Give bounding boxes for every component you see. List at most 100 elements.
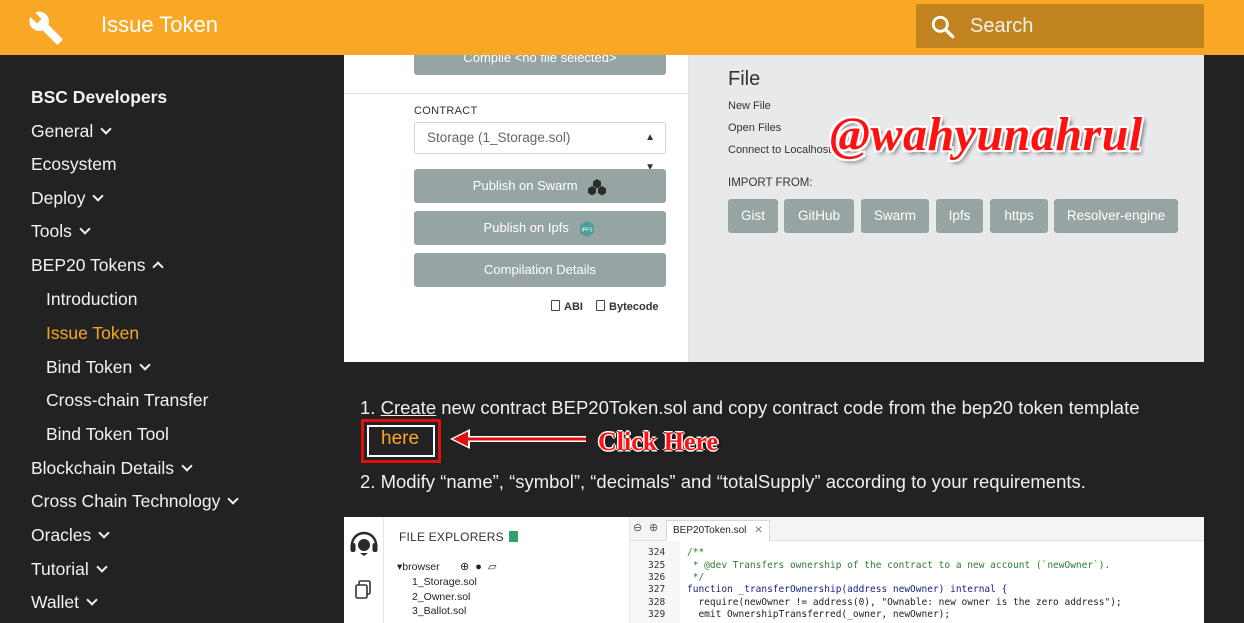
sidebar-item-ecosystem[interactable]: Ecosystem: [31, 154, 117, 175]
line-number: 325: [648, 560, 666, 571]
sidebar-item-issue-token[interactable]: Issue Token: [46, 323, 139, 344]
line-number: 329: [648, 609, 666, 620]
sidebar-item-introduction[interactable]: Introduction: [46, 289, 137, 310]
sidebar-item-deploy[interactable]: Deploy: [31, 188, 105, 209]
code-editor: ⊖ ⊕ BEP20Token.sol ✕ 324 325 326 327 328 …: [629, 517, 1204, 623]
import-https-button[interactable]: https: [990, 199, 1048, 233]
bytecode-copy[interactable]: Bytecode: [596, 300, 659, 313]
sidebar-item-label: Deploy: [31, 188, 86, 208]
divider: [344, 93, 689, 94]
sidebar-item-label: BSC Developers: [31, 87, 168, 107]
sidebar-item-tutorial[interactable]: Tutorial: [31, 559, 108, 580]
import-resolver-engine-button[interactable]: Resolver-engine: [1054, 199, 1178, 233]
copy-icon: [596, 300, 606, 311]
chevron-down-icon: [100, 123, 112, 135]
here-link[interactable]: here: [381, 428, 419, 450]
sidebar-item-general[interactable]: General: [31, 121, 112, 142]
publish-ipfs-button[interactable]: Publish on Ipfs IPFS: [414, 211, 666, 245]
import-github-button[interactable]: GitHub: [784, 199, 854, 233]
search-box[interactable]: [916, 4, 1204, 48]
copy-icon: [551, 300, 560, 311]
sidebar-item-cross-chain-transfer[interactable]: Cross-chain Transfer: [46, 390, 208, 411]
code-line[interactable]: emit OwnershipTransferred(_owner, newOwn…: [687, 609, 950, 620]
abi-copy[interactable]: ABI: [551, 300, 583, 313]
open-files-link[interactable]: Open Files: [728, 122, 781, 134]
remix-editor-screenshot: FILE EXPLORERS ▾browser ⊕ ● ▱ 1_Storage.…: [344, 517, 1204, 623]
publish-swarm-button[interactable]: Publish on Swarm: [414, 169, 666, 203]
file-section-title: File: [728, 68, 761, 90]
browser-folder[interactable]: ▾browser: [397, 561, 440, 573]
editor-tab[interactable]: BEP20Token.sol ✕: [666, 520, 770, 541]
wrench-icon[interactable]: [28, 10, 64, 46]
file-explorers-title: FILE EXPLORERS: [399, 530, 518, 544]
step-2-text: 2. Modify “name”, “symbol”, “decimals” a…: [360, 471, 1086, 492]
zoom-in-icon[interactable]: ⊕: [649, 521, 658, 534]
sidebar-item-cross-chain-technology[interactable]: Cross Chain Technology: [31, 491, 240, 512]
sidebar-item-bsc-developers[interactable]: BSC Developers: [31, 87, 167, 108]
chevron-down-icon: [86, 594, 98, 606]
file-item[interactable]: 1_Storage.sol: [412, 576, 477, 588]
chevron-down-icon: [181, 460, 193, 472]
sidebar-item-label: Oracles: [31, 525, 92, 545]
close-icon[interactable]: ✕: [754, 525, 762, 536]
connect-localhost-link[interactable]: Connect to Localhost: [728, 144, 831, 156]
add-file-icon[interactable]: ⊕: [460, 561, 469, 573]
icon-panel: [344, 517, 384, 623]
sidebar-item-bind-token-tool[interactable]: Bind Token Tool: [46, 424, 169, 445]
search-icon: [931, 15, 955, 39]
editor-tabs: ⊖ ⊕ BEP20Token.sol ✕: [630, 517, 1204, 541]
sidebar-item-bind-token[interactable]: Bind Token: [46, 357, 151, 378]
import-swarm-button[interactable]: Swarm: [861, 199, 929, 233]
code-line[interactable]: /**: [687, 547, 704, 558]
sidebar-item-wallet[interactable]: Wallet: [31, 592, 98, 613]
sidebar-item-label: Cross-chain Transfer: [46, 390, 209, 410]
sidebar-item-bep20-tokens[interactable]: BEP20 Tokens: [31, 255, 165, 276]
import-ipfs-button[interactable]: Ipfs: [936, 199, 983, 233]
code-line[interactable]: function _transferOwnership(address newO…: [687, 584, 1007, 595]
new-file-link[interactable]: New File: [728, 100, 771, 112]
abi-bytecode-row: ABI Bytecode: [551, 300, 659, 313]
folder-icon[interactable]: ▱: [488, 561, 496, 573]
watermark: @wahyunahrul: [830, 108, 1143, 161]
code-line[interactable]: */: [687, 572, 704, 583]
create-link[interactable]: Create: [381, 397, 437, 418]
compilation-details-label: Compilation Details: [484, 262, 596, 277]
search-input[interactable]: [970, 10, 1190, 42]
remix-logo-icon[interactable]: [349, 527, 379, 557]
code-line[interactable]: * @dev Transfers ownership of the contra…: [687, 560, 1111, 571]
file-item[interactable]: 2_Owner.sol: [412, 591, 470, 603]
chevron-down-icon: [227, 493, 240, 505]
github-icon[interactable]: ●: [475, 561, 482, 573]
compilation-details-button[interactable]: Compilation Details: [414, 253, 666, 287]
step-1-text: 1. Create new contract BEP20Token.sol an…: [360, 397, 1140, 419]
chevron-down-icon: [92, 190, 105, 202]
sidebar-item-label: BEP20 Tokens: [31, 255, 146, 275]
publish-ipfs-label: Publish on Ipfs: [483, 220, 569, 235]
sidebar-item-label: Tools: [31, 221, 72, 241]
contract-select[interactable]: Storage (1_Storage.sol) ▲ ▼: [414, 122, 666, 173]
editor-tab-label: BEP20Token.sol: [673, 525, 747, 536]
sidebar-item-tools[interactable]: Tools: [31, 221, 91, 242]
ipfs-icon: IPFS: [580, 220, 595, 237]
compile-button[interactable]: Compile <no file selected>: [414, 55, 666, 75]
contract-select-value: Storage (1_Storage.sol): [427, 130, 571, 145]
svg-text:IPFS: IPFS: [582, 227, 594, 233]
files-icon[interactable]: [354, 580, 372, 600]
arrow-left-icon: [450, 429, 586, 449]
contract-label: CONTRACT: [414, 105, 478, 117]
file-explorer-badge-icon: [508, 531, 518, 542]
zoom-out-icon[interactable]: ⊖: [633, 521, 642, 534]
import-gist-button[interactable]: Gist: [728, 199, 778, 233]
explorer-actions: ⊕ ● ▱: [460, 560, 496, 573]
code-line[interactable]: require(newOwner != address(0), "Ownable…: [687, 597, 1121, 608]
line-number: 328: [648, 597, 666, 608]
sidebar-item-oracles[interactable]: Oracles: [31, 525, 110, 546]
sidebar-item-label: Cross Chain Technology: [31, 491, 221, 511]
chevron-down-icon: [79, 223, 91, 235]
sidebar-item-blockchain-details[interactable]: Blockchain Details: [31, 458, 193, 479]
sidebar-item-label: Wallet: [31, 592, 79, 612]
step-number: 1.: [360, 397, 376, 418]
abi-label: ABI: [564, 301, 583, 313]
step-1-body: new contract BEP20Token.sol and copy con…: [441, 397, 1140, 418]
file-item[interactable]: 3_Ballot.sol: [412, 605, 466, 617]
